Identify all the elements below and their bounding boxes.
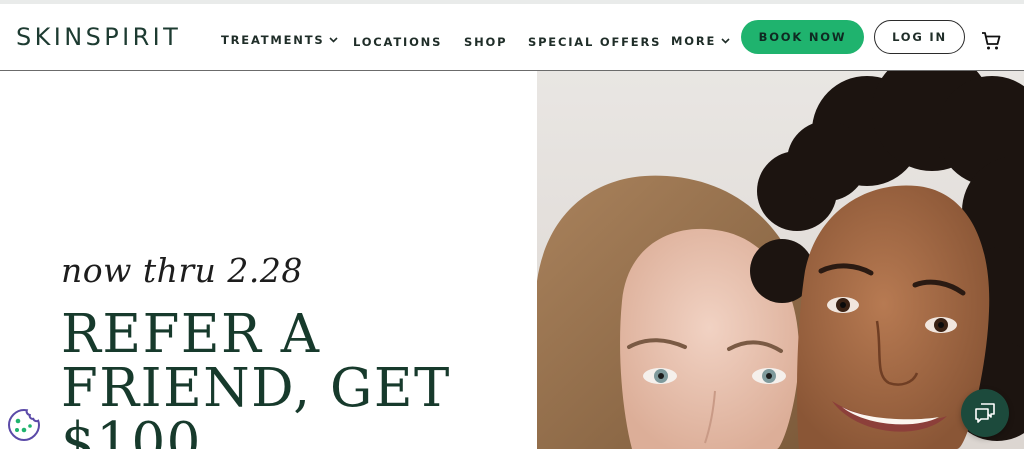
nav-special-offers[interactable]: SPECIAL OFFERS bbox=[528, 34, 661, 50]
nav-treatments-label: TREATMENTS bbox=[221, 33, 325, 47]
nav-more-label: MORE bbox=[671, 34, 717, 48]
nav-shop[interactable]: SHOP bbox=[464, 34, 507, 50]
nav-treatments[interactable]: TREATMENTS bbox=[221, 31, 339, 47]
book-now-button[interactable]: BOOK NOW bbox=[741, 20, 864, 54]
nav-locations[interactable]: LOCATIONS bbox=[353, 34, 442, 50]
chevron-down-icon bbox=[721, 32, 730, 48]
chevron-down-icon bbox=[329, 31, 339, 47]
cart-icon[interactable] bbox=[981, 31, 1001, 51]
chat-button[interactable] bbox=[961, 389, 1009, 437]
hero-text-panel: now thru 2.28 REFER A FRIEND, GET $100 bbox=[0, 71, 537, 449]
hero-headline: REFER A FRIEND, GET $100 bbox=[61, 304, 451, 449]
brand-logo[interactable]: SKINSPIRIT bbox=[16, 23, 181, 51]
nav-more[interactable]: MORE bbox=[671, 32, 730, 48]
cookie-icon[interactable] bbox=[7, 408, 41, 442]
site-header: SKINSPIRIT TREATMENTS LOCATIONS SHOP SPE… bbox=[0, 0, 1024, 71]
promo-date-script: now thru 2.28 bbox=[61, 251, 303, 290]
chat-icon bbox=[975, 403, 995, 423]
hero-photo bbox=[537, 71, 1024, 449]
log-in-button[interactable]: LOG IN bbox=[874, 20, 965, 54]
